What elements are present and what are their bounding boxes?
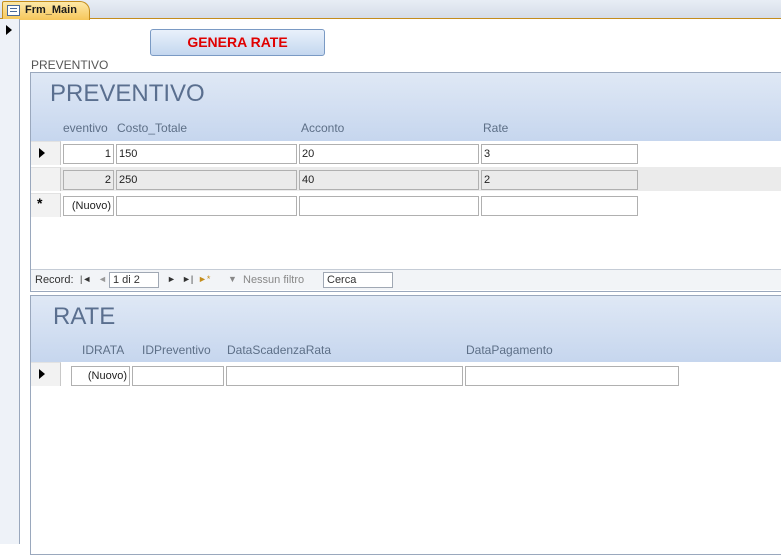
- field-idpreventivo-new[interactable]: [132, 366, 224, 386]
- col-header-datascadenzarata[interactable]: DataScadenzaRata: [227, 343, 331, 357]
- field-acconto[interactable]: 20: [299, 144, 479, 164]
- preventivo-title: PREVENTIVO: [50, 80, 205, 107]
- rate-title: RATE: [53, 303, 116, 330]
- previous-record-icon[interactable]: ◄: [98, 274, 107, 284]
- col-header-idrata[interactable]: IDRATA: [82, 343, 124, 357]
- row-selector-2[interactable]: [31, 167, 61, 191]
- col-header-costo-totale[interactable]: Costo_Totale: [117, 121, 187, 135]
- field-idrata-new[interactable]: (Nuovo): [71, 366, 130, 386]
- form-record-selector[interactable]: [0, 19, 20, 544]
- genera-rate-button[interactable]: GENERA RATE: [150, 29, 325, 56]
- field-idpreventivo-new[interactable]: (Nuovo): [63, 196, 114, 216]
- last-record-icon[interactable]: ►|: [182, 274, 193, 284]
- rate-header: RATE IDRATA IDPreventivo DataScadenzaRat…: [31, 296, 781, 362]
- row-selector-new[interactable]: *: [31, 193, 61, 217]
- current-record-arrow-icon: [6, 25, 12, 35]
- field-datascadenzarata-new[interactable]: [226, 366, 463, 386]
- field-rate-new[interactable]: [481, 196, 638, 216]
- field-rate[interactable]: 2: [481, 170, 638, 190]
- col-header-idpreventivo[interactable]: IDPreventivo: [142, 343, 211, 357]
- record-position-input[interactable]: 1 di 2: [109, 272, 159, 288]
- field-costo-totale[interactable]: 250: [116, 170, 297, 190]
- record-navigation-bar: Record: |◄ ◄ 1 di 2 ► ►| ►* ▼ Nessun fil…: [31, 269, 781, 290]
- filter-icon[interactable]: ▼: [228, 274, 237, 284]
- field-idpreventivo[interactable]: 2: [63, 170, 114, 190]
- preventivo-subform-label: PREVENTIVO: [31, 58, 109, 72]
- field-datapagamento-new[interactable]: [465, 366, 679, 386]
- current-row-arrow-icon: [39, 148, 45, 158]
- col-header-idpreventivo[interactable]: eventivo: [63, 121, 113, 135]
- search-input[interactable]: Cerca: [323, 272, 393, 288]
- col-header-rate[interactable]: Rate: [483, 121, 508, 135]
- filter-label[interactable]: Nessun filtro: [243, 274, 304, 286]
- field-acconto-new[interactable]: [299, 196, 479, 216]
- field-rate[interactable]: 3: [481, 144, 638, 164]
- rate-row-selector-new[interactable]: [31, 362, 61, 386]
- field-costo-totale-new[interactable]: [116, 196, 297, 216]
- preventivo-subform: PREVENTIVO eventivo Costo_Totale Acconto…: [30, 72, 781, 292]
- tab-bar: Frm_Main: [0, 0, 781, 20]
- field-idpreventivo[interactable]: 1: [63, 144, 114, 164]
- tab-frm-main[interactable]: Frm_Main: [2, 1, 90, 20]
- form-icon: [7, 5, 20, 16]
- rate-subform: RATE IDRATA IDPreventivo DataScadenzaRat…: [30, 295, 781, 555]
- tab-label: Frm_Main: [25, 4, 77, 16]
- field-costo-totale[interactable]: 150: [116, 144, 297, 164]
- field-acconto[interactable]: 40: [299, 170, 479, 190]
- current-row-arrow-icon: [39, 369, 45, 379]
- new-record-nav-icon[interactable]: ►*: [198, 274, 210, 284]
- preventivo-header: PREVENTIVO eventivo Costo_Totale Acconto…: [31, 73, 781, 141]
- next-record-icon[interactable]: ►: [167, 274, 176, 284]
- row-selector-1[interactable]: [31, 141, 61, 165]
- first-record-icon[interactable]: |◄: [80, 274, 91, 284]
- col-header-acconto[interactable]: Acconto: [301, 121, 344, 135]
- record-label: Record:: [35, 274, 74, 286]
- col-header-datapagamento[interactable]: DataPagamento: [466, 343, 553, 357]
- new-record-icon: *: [37, 195, 43, 211]
